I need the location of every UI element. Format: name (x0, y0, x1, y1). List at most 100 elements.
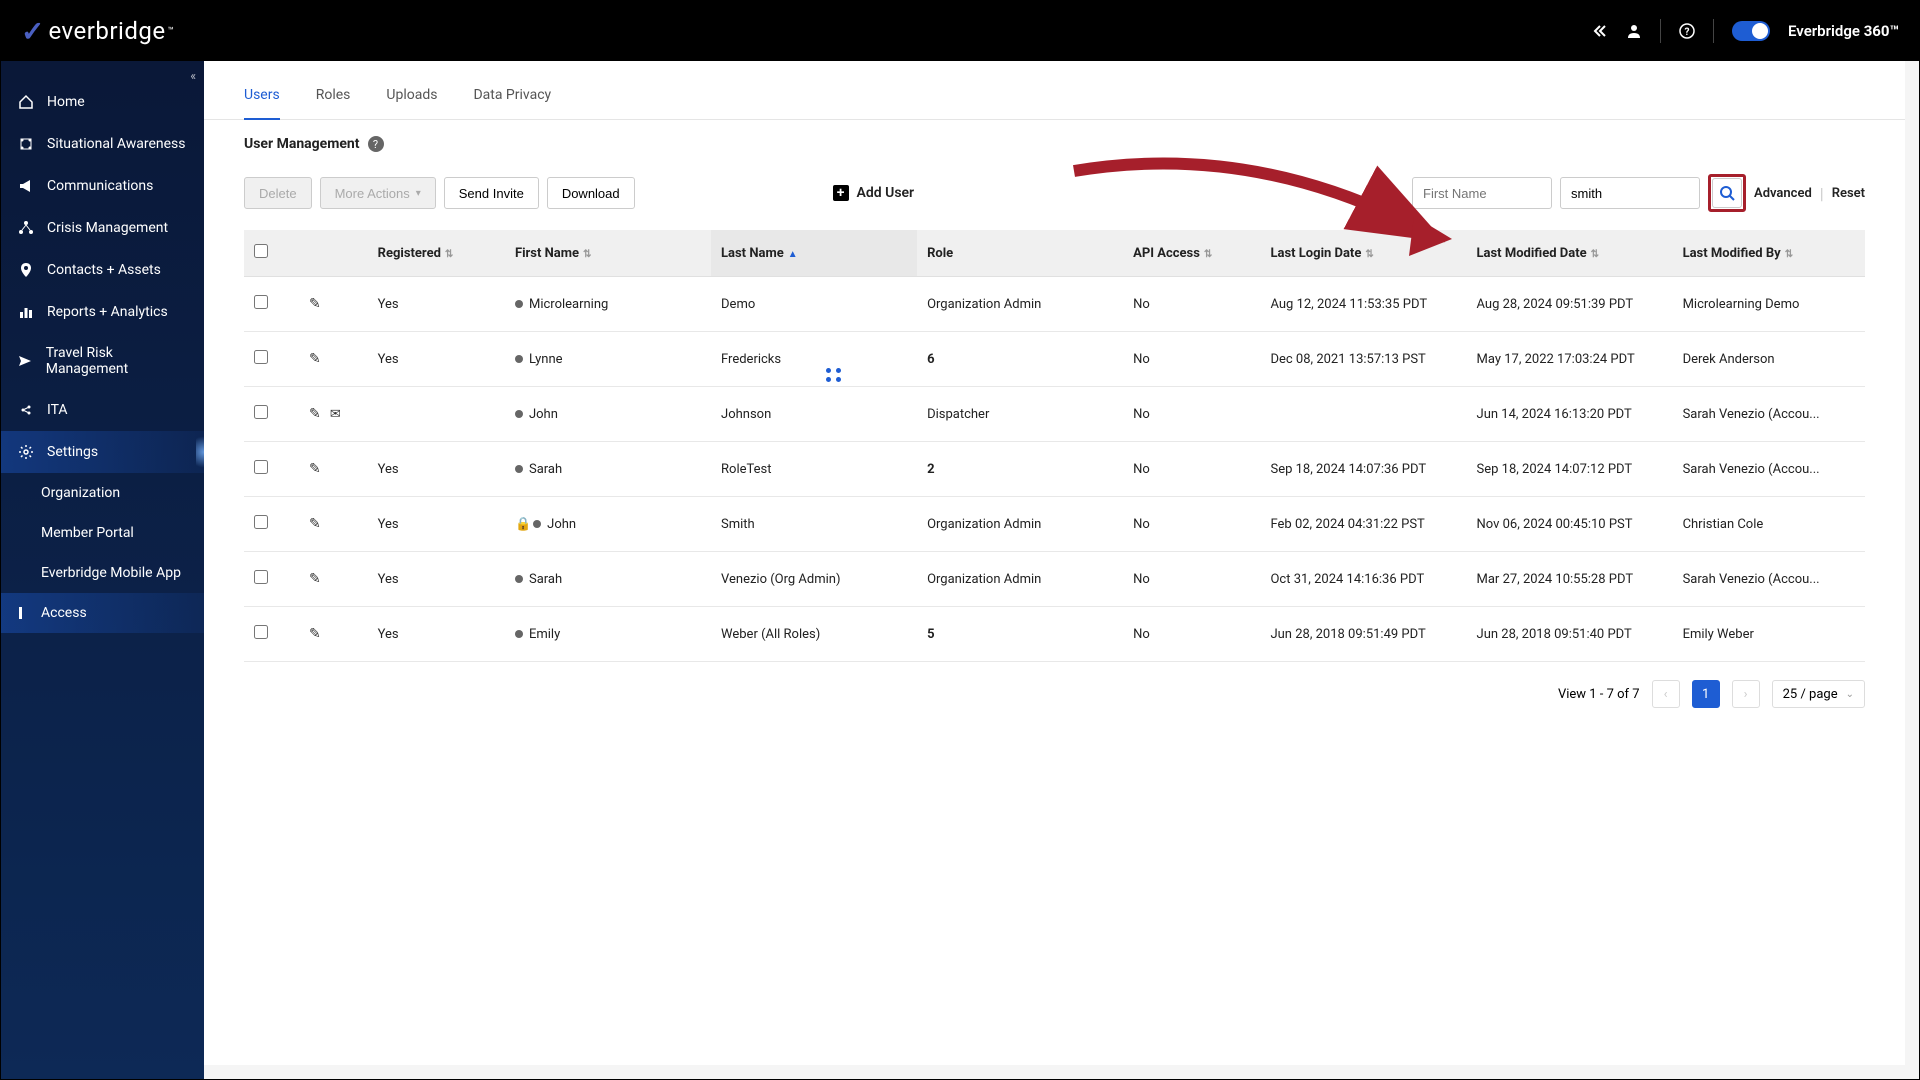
logo-text: everbridge (48, 17, 165, 45)
tab-uploads[interactable]: Uploads (386, 79, 437, 119)
sidebar-item-contacts-assets[interactable]: Contacts + Assets (1, 249, 204, 291)
first-name-input[interactable] (1412, 177, 1552, 209)
logo: ✓ everbridge ™ (21, 15, 174, 48)
row-checkbox[interactable] (254, 625, 268, 639)
api-access-header[interactable]: API Access⇅ (1123, 230, 1260, 277)
pin-icon (17, 261, 35, 279)
row-checkbox[interactable] (254, 515, 268, 529)
role-header: Role (917, 230, 1123, 277)
row-checkbox[interactable] (254, 570, 268, 584)
brand-toggle-text: Everbridge (1788, 22, 1860, 40)
select-all-checkbox[interactable] (254, 244, 268, 258)
brand-toggle-label: Everbridge 360™ (1788, 22, 1899, 40)
registered-cell: Yes (368, 442, 505, 497)
page-title: User Management (244, 136, 360, 152)
modified-by-cell: Microlearning Demo (1673, 277, 1865, 332)
pencil-icon[interactable]: ✎ (309, 351, 321, 367)
loading-dots-icon (826, 368, 842, 382)
sidebar-item-crisis-management[interactable]: Crisis Management (1, 207, 204, 249)
first-name-header[interactable]: First Name⇅ (505, 230, 711, 277)
last-modified-by-header[interactable]: Last Modified By⇅ (1673, 230, 1865, 277)
sidebar-item-communications[interactable]: Communications (1, 165, 204, 207)
advanced-link[interactable]: Advanced (1754, 186, 1812, 201)
sidebar-item-travel-risk-management[interactable]: Travel Risk Management (1, 333, 204, 389)
modified-by-cell: Sarah Venezio (Accou... (1673, 387, 1865, 442)
role-cell: Organization Admin (917, 552, 1123, 607)
tab-data-privacy[interactable]: Data Privacy (473, 79, 551, 119)
modified-by-cell: Christian Cole (1673, 497, 1865, 552)
user-icon[interactable] (1626, 23, 1642, 39)
last-name-input[interactable] (1560, 177, 1700, 209)
page-help-icon[interactable]: ? (368, 136, 384, 152)
pencil-icon[interactable]: ✎ (309, 571, 321, 587)
envelope-icon[interactable]: ✉ (330, 407, 341, 422)
sidebar-subitem-organization[interactable]: Organization (1, 473, 204, 513)
status-dot-icon (533, 520, 541, 528)
help-icon[interactable]: ? (1679, 23, 1695, 39)
send-invite-button[interactable]: Send Invite (444, 177, 539, 209)
actions-header (299, 230, 368, 277)
api-cell: No (1123, 332, 1260, 387)
pencil-icon[interactable]: ✎ (309, 461, 321, 477)
last-modified-header[interactable]: Last Modified Date⇅ (1467, 230, 1673, 277)
download-button[interactable]: Download (547, 177, 635, 209)
logo-mark-icon: ✓ (21, 15, 44, 48)
sidebar-item-settings[interactable]: Settings (1, 431, 204, 473)
sidebar: « HomeSituational AwarenessCommunication… (1, 61, 204, 1079)
last-name-header[interactable]: Last Name▲ (711, 230, 917, 277)
prev-page-button[interactable]: ‹ (1652, 680, 1680, 708)
search-button-highlight[interactable] (1708, 174, 1746, 212)
page-size-select[interactable]: 25 / page ⌄ (1772, 680, 1865, 708)
registered-cell: Yes (368, 332, 505, 387)
search-group: Advanced | Reset (1412, 174, 1865, 212)
row-checkbox[interactable] (254, 295, 268, 309)
modified-cell: Nov 06, 2024 00:45:10 PST (1467, 497, 1673, 552)
sidebar-item-home[interactable]: Home (1, 81, 204, 123)
table-row: ✎YesMicrolearningDemoOrganization AdminN… (244, 277, 1865, 332)
pencil-icon[interactable]: ✎ (309, 516, 321, 532)
tab-roles[interactable]: Roles (316, 79, 351, 119)
sidebar-subitem-access[interactable]: Access (1, 593, 204, 633)
tab-users[interactable]: Users (244, 79, 280, 119)
more-actions-button[interactable]: More Actions ▾ (320, 177, 436, 209)
page-1-button[interactable]: 1 (1692, 680, 1720, 708)
pagination-summary: View 1 - 7 of 7 (1558, 687, 1640, 702)
search-icon (1719, 185, 1735, 201)
pencil-icon[interactable]: ✎ (309, 296, 321, 312)
role-cell: Organization Admin (917, 277, 1123, 332)
delete-button[interactable]: Delete (244, 177, 312, 209)
api-cell: No (1123, 552, 1260, 607)
sidebar-subitem-everbridge-mobile-app[interactable]: Everbridge Mobile App (1, 553, 204, 593)
bullhorn-icon (17, 177, 35, 195)
sidebar-subitem-member-portal[interactable]: Member Portal (1, 513, 204, 553)
row-checkbox[interactable] (254, 350, 268, 364)
map-icon (17, 135, 35, 153)
search-button[interactable] (1712, 178, 1742, 208)
status-dot-icon (515, 575, 523, 583)
sidebar-item-situational-awareness[interactable]: Situational Awareness (1, 123, 204, 165)
login-cell: Aug 12, 2024 11:53:35 PDT (1260, 277, 1466, 332)
last-name-cell: Fredericks (711, 332, 917, 387)
last-login-header[interactable]: Last Login Date⇅ (1260, 230, 1466, 277)
sidebar-item-label: Home (47, 94, 85, 110)
pencil-icon[interactable]: ✎ (309, 406, 321, 422)
registered-header[interactable]: Registered⇅ (368, 230, 505, 277)
row-checkbox[interactable] (254, 405, 268, 419)
modified-by-cell: Emily Weber (1673, 607, 1865, 662)
collapse-icon[interactable] (1592, 24, 1608, 38)
add-user-button[interactable]: + Add User (833, 185, 915, 201)
pagination: View 1 - 7 of 7 ‹ 1 › 25 / page ⌄ (244, 680, 1865, 708)
toggle-knob (1752, 23, 1768, 39)
role-cell: 2 (917, 442, 1123, 497)
modified-cell: Aug 28, 2024 09:51:39 PDT (1467, 277, 1673, 332)
sidebar-item-reports-analytics[interactable]: Reports + Analytics (1, 291, 204, 333)
reset-link[interactable]: Reset (1832, 186, 1865, 201)
modified-cell: Sep 18, 2024 14:07:12 PDT (1467, 442, 1673, 497)
row-checkbox[interactable] (254, 460, 268, 474)
pencil-icon[interactable]: ✎ (309, 626, 321, 642)
brand-toggle[interactable] (1732, 21, 1770, 41)
next-page-button[interactable]: › (1732, 680, 1760, 708)
sidebar-item-ita[interactable]: ITA (1, 389, 204, 431)
status-dot-icon (515, 410, 523, 418)
page-size-label: 25 / page (1783, 687, 1838, 702)
